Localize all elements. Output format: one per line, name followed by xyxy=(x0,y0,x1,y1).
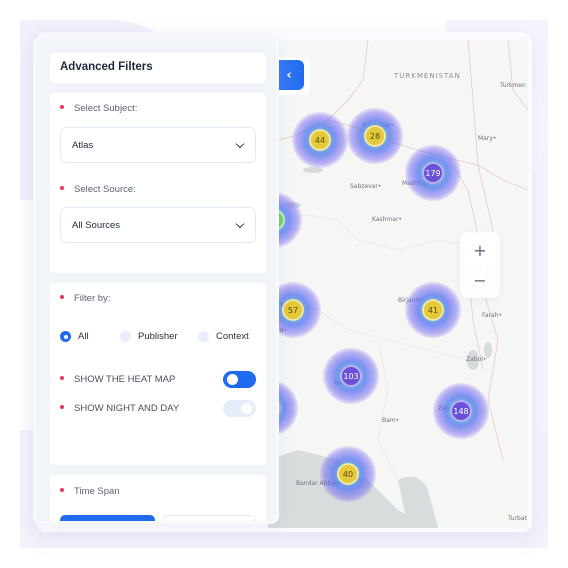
zoom-in-button[interactable]: + xyxy=(464,236,496,264)
required-bullet-icon xyxy=(60,105,64,110)
subject-select[interactable]: Atlas xyxy=(60,127,256,163)
map-cluster[interactable]: 44 xyxy=(292,112,348,168)
chevron-down-icon xyxy=(235,219,245,228)
map-cluster[interactable]: 57 xyxy=(268,282,321,338)
required-bullet-icon xyxy=(60,375,64,380)
zoom-out-button[interactable]: − xyxy=(464,266,496,294)
required-bullet-icon xyxy=(60,488,64,493)
map-label-turbat: Turbat xyxy=(508,515,527,522)
map-label-farah: Farah• xyxy=(482,312,503,319)
night-day-toggle[interactable] xyxy=(223,399,256,417)
map-cluster[interactable]: 148 xyxy=(433,383,489,439)
source-value: All Sources xyxy=(72,219,121,231)
chevron-left-icon: ‹ xyxy=(286,67,292,83)
map-cluster[interactable]: 179 xyxy=(405,145,461,201)
map-cluster[interactable]: 103 xyxy=(323,348,379,404)
night-day-label: SHOW NIGHT AND DAY xyxy=(60,403,179,414)
zoom-control: + − xyxy=(460,232,500,298)
time-span-label: Time Span xyxy=(60,486,120,497)
required-bullet-icon xyxy=(60,295,64,300)
filter-by-label: Filter by: xyxy=(60,293,110,304)
time-span-primary-button[interactable] xyxy=(60,515,155,521)
required-bullet-icon xyxy=(60,404,64,409)
time-span-section: Time Span xyxy=(50,475,266,521)
advanced-filters-panel: Advanced Filters Select Subject: Atlas S… xyxy=(33,36,279,524)
map-label-zabol: Zabol• xyxy=(466,356,487,363)
radio-circle-icon xyxy=(198,331,209,342)
map-label-turkmenistan: TURKMENISTAN xyxy=(394,72,461,80)
time-span-secondary-button[interactable] xyxy=(162,515,256,521)
heat-map-label: SHOW THE HEAT MAP xyxy=(60,374,175,385)
panel-header: Advanced Filters xyxy=(50,53,266,83)
source-select[interactable]: All Sources xyxy=(60,207,256,243)
subject-label: Select Subject: xyxy=(60,103,137,114)
map-label-turkmen: Turkmen xyxy=(500,82,526,89)
selection-section: Select Subject: Atlas Select Source: All… xyxy=(50,93,266,273)
map-cluster[interactable]: 28 xyxy=(347,108,403,164)
radio-all[interactable]: All xyxy=(60,331,120,342)
panel-title: Advanced Filters xyxy=(60,61,153,73)
night-day-toggle-row: SHOW NIGHT AND DAY xyxy=(60,399,256,417)
map-label-sabzevar: Sabzevar• xyxy=(350,183,382,190)
map-label-bam: Bam• xyxy=(382,417,400,424)
radio-publisher[interactable]: Publisher xyxy=(120,331,198,342)
subject-value: Atlas xyxy=(72,139,94,151)
filter-by-radio-group: All Publisher Context xyxy=(60,331,249,342)
map-label-mary: Mary• xyxy=(478,135,497,142)
filter-section: Filter by: All Publisher Context SHOW TH… xyxy=(50,283,266,465)
source-label: Select Source: xyxy=(60,184,136,195)
radio-circle-icon xyxy=(120,331,131,342)
map-cluster[interactable]: 41 xyxy=(405,282,461,338)
required-bullet-icon xyxy=(60,186,64,191)
map-cluster[interactable]: 40 xyxy=(320,446,376,502)
map-label-kashmar: Kashmar• xyxy=(372,216,402,223)
heat-map-toggle[interactable] xyxy=(223,370,256,388)
radio-context[interactable]: Context xyxy=(198,331,249,342)
radio-circle-icon xyxy=(60,331,71,342)
heat-map-toggle-row: SHOW THE HEAT MAP xyxy=(60,370,256,388)
chevron-down-icon xyxy=(235,139,245,148)
